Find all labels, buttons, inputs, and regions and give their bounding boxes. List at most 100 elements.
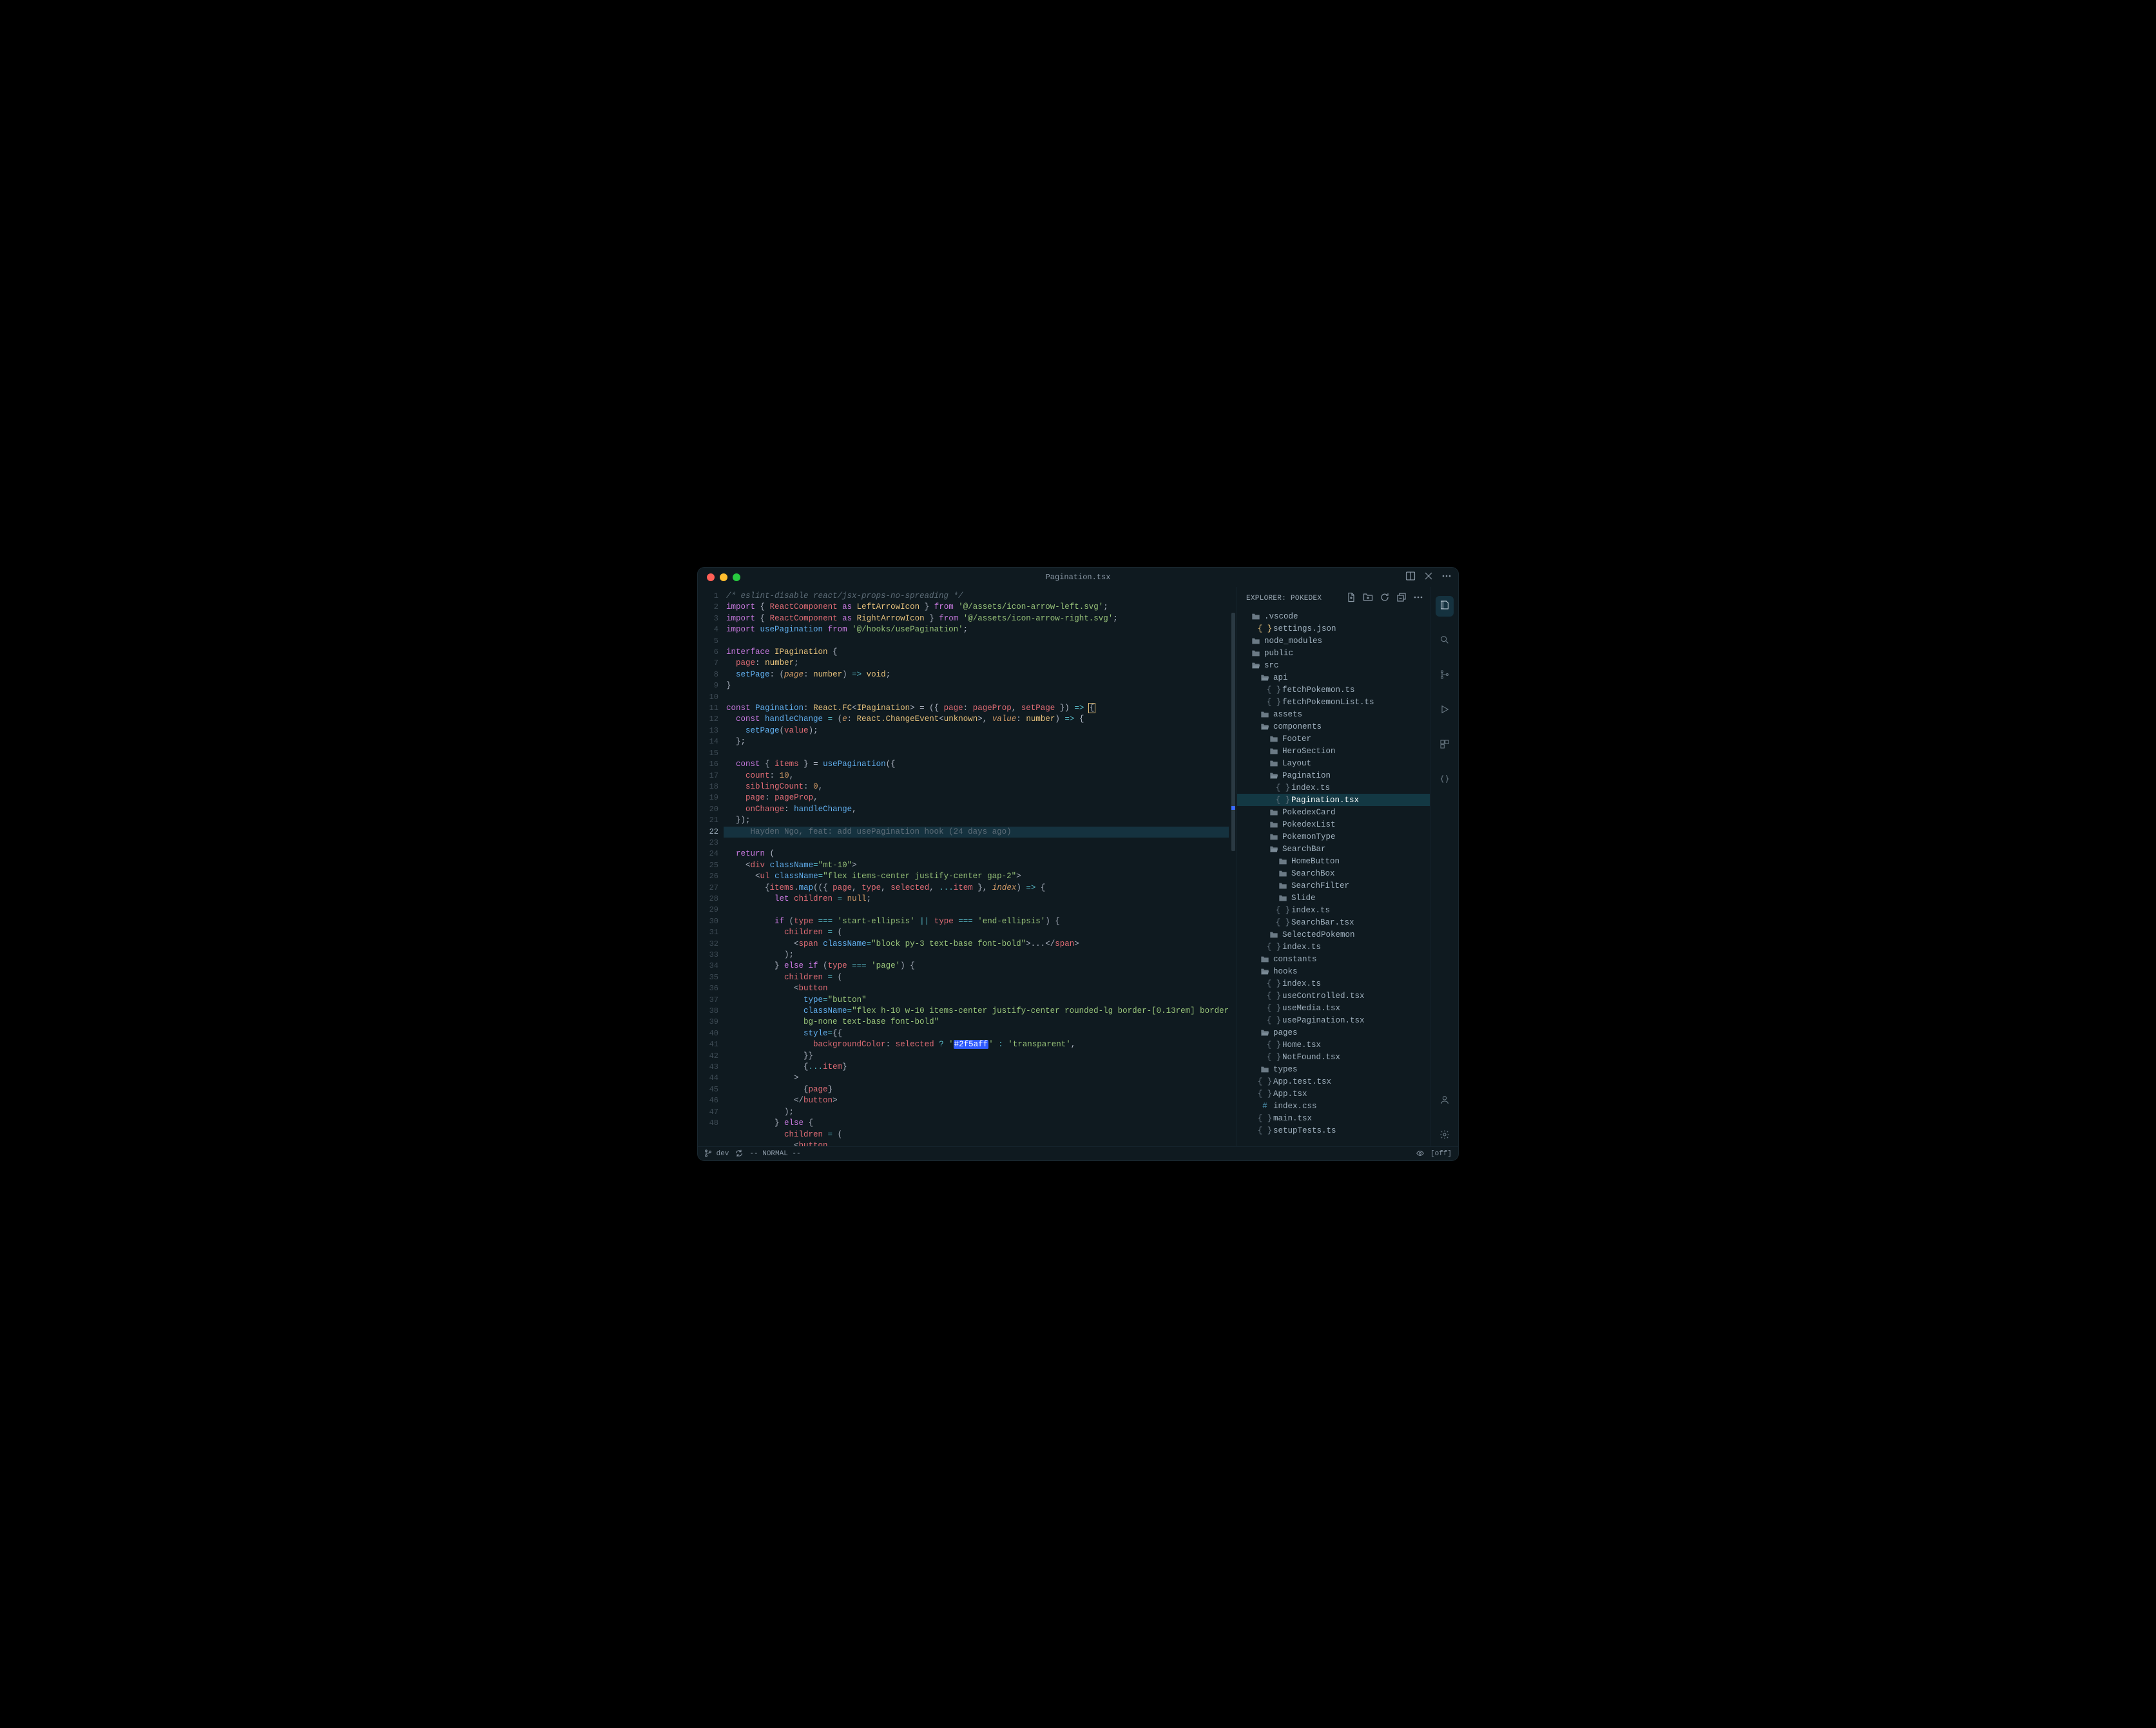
tree-item-public[interactable]: public <box>1237 647 1430 659</box>
tree-item-herosection[interactable]: HeroSection <box>1237 745 1430 757</box>
folder-open-icon <box>1251 661 1260 670</box>
search-tab-icon[interactable] <box>1436 631 1454 651</box>
tree-item-label: main.tsx <box>1273 1114 1312 1123</box>
tree-item-home-tsx[interactable]: { } Home.tsx <box>1237 1039 1430 1051</box>
folder-icon <box>1269 734 1278 744</box>
explorer-tab-icon[interactable] <box>1436 596 1454 617</box>
tree-item-searchbox[interactable]: SearchBox <box>1237 867 1430 879</box>
tree-item-usecontrolled-tsx[interactable]: { } useControlled.tsx <box>1237 990 1430 1002</box>
tree-item-index-ts[interactable]: { } index.ts <box>1237 904 1430 916</box>
tree-item-label: constants <box>1273 955 1317 964</box>
account-icon[interactable] <box>1436 1091 1454 1111</box>
tree-item-pagination[interactable]: Pagination <box>1237 769 1430 782</box>
explorer-title: EXPLORER: POKEDEX <box>1246 595 1322 602</box>
editor-body: 1234567891011121314151617181920212223242… <box>698 587 1458 1146</box>
minimap[interactable] <box>1231 587 1235 1146</box>
ts-icon: { } <box>1260 1126 1269 1135</box>
tree-item-label: useControlled.tsx <box>1282 992 1365 1001</box>
new-folder-icon[interactable] <box>1363 592 1373 605</box>
tree-item-slide[interactable]: Slide <box>1237 892 1430 904</box>
tree-item-settings-json[interactable]: { } settings.json <box>1237 622 1430 635</box>
titlebar-actions <box>1405 571 1452 584</box>
tree-item-components[interactable]: components <box>1237 720 1430 733</box>
more-actions-icon[interactable] <box>1441 571 1452 584</box>
folder-open-icon <box>1269 771 1278 780</box>
tree-item-hooks[interactable]: hooks <box>1237 965 1430 977</box>
tree-item-pokedexcard[interactable]: PokedexCard <box>1237 806 1430 818</box>
folder-icon <box>1278 857 1287 866</box>
refresh-icon[interactable] <box>1380 592 1390 605</box>
status-bar: dev -- NORMAL -- [off] <box>698 1146 1458 1160</box>
run-debug-tab-icon[interactable] <box>1436 700 1454 721</box>
json-tab-icon[interactable] <box>1436 770 1454 791</box>
close-editor-icon[interactable] <box>1423 571 1434 584</box>
folder-icon <box>1278 894 1287 903</box>
tree-item-types[interactable]: types <box>1237 1063 1430 1075</box>
new-file-icon[interactable] <box>1346 592 1356 605</box>
tree-item-setuptests-ts[interactable]: { } setupTests.ts <box>1237 1124 1430 1137</box>
tree-item-main-tsx[interactable]: { } main.tsx <box>1237 1112 1430 1124</box>
tree-item-app-test-tsx[interactable]: { } App.test.tsx <box>1237 1075 1430 1088</box>
tree-item-selectedpokemon[interactable]: SelectedPokemon <box>1237 928 1430 941</box>
tree-item--vscode[interactable]: .vscode <box>1237 610 1430 622</box>
tree-item-pokemontype[interactable]: PokemonType <box>1237 830 1430 843</box>
tree-item-pages[interactable]: pages <box>1237 1026 1430 1039</box>
eye-icon[interactable] <box>1416 1149 1424 1158</box>
tree-item-fetchpokemon-ts[interactable]: { } fetchPokemon.ts <box>1237 684 1430 696</box>
sync-icon[interactable] <box>735 1149 743 1158</box>
tree-item-usemedia-tsx[interactable]: { } useMedia.tsx <box>1237 1002 1430 1014</box>
tree-item-index-ts[interactable]: { } index.ts <box>1237 782 1430 794</box>
tree-item-src[interactable]: src <box>1237 659 1430 671</box>
tree-item-homebutton[interactable]: HomeButton <box>1237 855 1430 867</box>
tree-item-app-tsx[interactable]: { } App.tsx <box>1237 1088 1430 1100</box>
tree-item-label: PokedexCard <box>1282 808 1336 817</box>
more-icon[interactable] <box>1413 592 1423 605</box>
file-tree[interactable]: .vscode { } settings.json node_modules p… <box>1237 610 1430 1146</box>
extensions-tab-icon[interactable] <box>1436 735 1454 756</box>
minimap-marker <box>1231 806 1235 810</box>
collapse-all-icon[interactable] <box>1396 592 1407 605</box>
tree-item-fetchpokemonlist-ts[interactable]: { } fetchPokemonList.ts <box>1237 696 1430 708</box>
tree-item-label: api <box>1273 673 1288 682</box>
tree-item-node-modules[interactable]: node_modules <box>1237 635 1430 647</box>
tree-item-label: assets <box>1273 710 1302 719</box>
split-editor-icon[interactable] <box>1405 571 1416 584</box>
settings-gear-icon[interactable] <box>1436 1126 1454 1146</box>
tree-item-label: PokedexList <box>1282 820 1336 829</box>
ts-icon: { } <box>1260 1077 1269 1086</box>
folder-open-icon <box>1260 967 1269 976</box>
tree-item-pagination-tsx[interactable]: { } Pagination.tsx <box>1237 794 1430 806</box>
tree-item-label: hooks <box>1273 967 1298 976</box>
source-control-tab-icon[interactable] <box>1436 666 1454 686</box>
minimap-thumb[interactable] <box>1231 613 1235 851</box>
tree-item-footer[interactable]: Footer <box>1237 733 1430 745</box>
folder-open-icon <box>1260 722 1269 731</box>
tree-item-pokedexlist[interactable]: PokedexList <box>1237 818 1430 830</box>
tree-item-index-ts[interactable]: { } index.ts <box>1237 941 1430 953</box>
ts-icon: { } <box>1269 979 1278 988</box>
tree-item-searchbar-tsx[interactable]: { } SearchBar.tsx <box>1237 916 1430 928</box>
tree-item-label: HeroSection <box>1282 747 1336 756</box>
tree-item-usepagination-tsx[interactable]: { } usePagination.tsx <box>1237 1014 1430 1026</box>
tree-item-index-css[interactable]: # index.css <box>1237 1100 1430 1112</box>
tree-item-searchbar[interactable]: SearchBar <box>1237 843 1430 855</box>
tree-item-index-ts[interactable]: { } index.ts <box>1237 977 1430 990</box>
code-editor[interactable]: /* eslint-disable react/jsx-props-no-spr… <box>724 587 1229 1146</box>
tree-item-constants[interactable]: constants <box>1237 953 1430 965</box>
tree-item-label: index.css <box>1273 1102 1317 1111</box>
tree-item-notfound-tsx[interactable]: { } NotFound.tsx <box>1237 1051 1430 1063</box>
ts-icon: { } <box>1269 1053 1278 1062</box>
tree-item-searchfilter[interactable]: SearchFilter <box>1237 879 1430 892</box>
tree-item-label: public <box>1264 649 1293 658</box>
tree-item-layout[interactable]: Layout <box>1237 757 1430 769</box>
folder-icon <box>1269 832 1278 841</box>
titlebar: Pagination.tsx <box>698 568 1458 587</box>
tree-item-label: node_modules <box>1264 637 1322 646</box>
tree-item-api[interactable]: api <box>1237 671 1430 684</box>
folder-open-icon <box>1260 673 1269 682</box>
json-icon: { } <box>1260 624 1269 633</box>
tree-item-assets[interactable]: assets <box>1237 708 1430 720</box>
tree-item-label: setupTests.ts <box>1273 1126 1336 1135</box>
explorer-sidebar: EXPLORER: POKEDEX .vscode { } settings.j… <box>1237 587 1430 1146</box>
git-branch-indicator[interactable]: dev <box>704 1149 729 1158</box>
